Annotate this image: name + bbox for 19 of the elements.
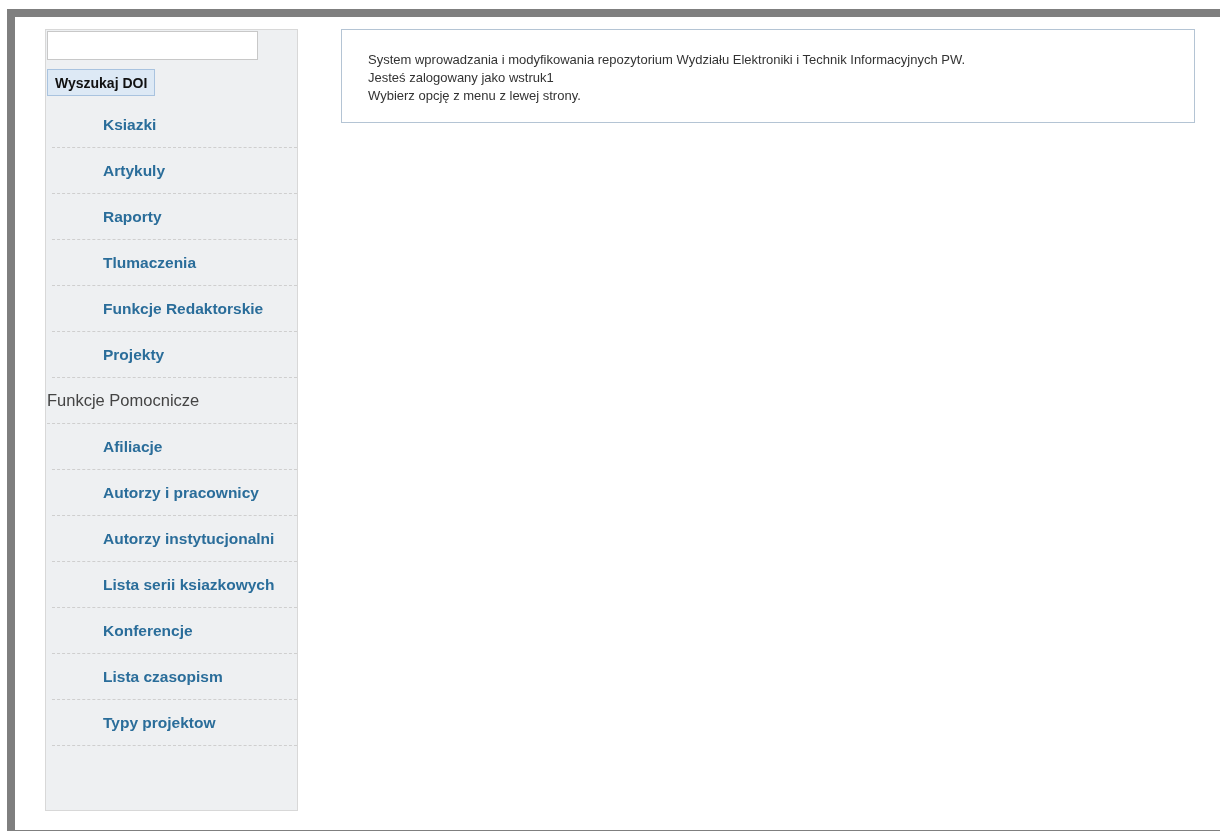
menu-link[interactable]: Autorzy i pracownicy (103, 481, 259, 504)
menu-link[interactable]: Tlumaczenia (103, 251, 197, 274)
menu-link[interactable]: Funkcje Redaktorskie (103, 297, 264, 320)
search-field[interactable] (47, 31, 258, 60)
info-text: Jesteś zalogowany jako wstruk1 (368, 69, 554, 87)
menu-link[interactable]: Autorzy instytucjonalni (103, 527, 275, 550)
menu-link[interactable]: Ksiazki (103, 113, 157, 136)
menu-link[interactable]: Artykuly (103, 159, 166, 182)
menu-link[interactable]: Projekty (103, 343, 165, 366)
menu-link[interactable]: Konferencje (103, 619, 193, 642)
menu-heading: Funkcje Pomocnicze (47, 391, 200, 410)
menu-link[interactable]: Lista serii ksiazkowych (103, 573, 275, 596)
search-doi-button[interactable]: Wyszukaj DOI (47, 69, 156, 96)
menu-link[interactable]: Typy projektow (103, 711, 216, 734)
info-text: Wybierz opcję z menu z lewej strony. (368, 87, 581, 105)
menu-link[interactable]: Lista czasopism (103, 665, 223, 688)
info-text: System wprowadzania i modyfikowania repozytorium Wydziału Elektroniki i Technik Informacyjnych PW. (368, 51, 966, 69)
menu-link[interactable]: Raporty (103, 205, 162, 228)
menu-link[interactable]: Afiliacje (103, 435, 163, 458)
